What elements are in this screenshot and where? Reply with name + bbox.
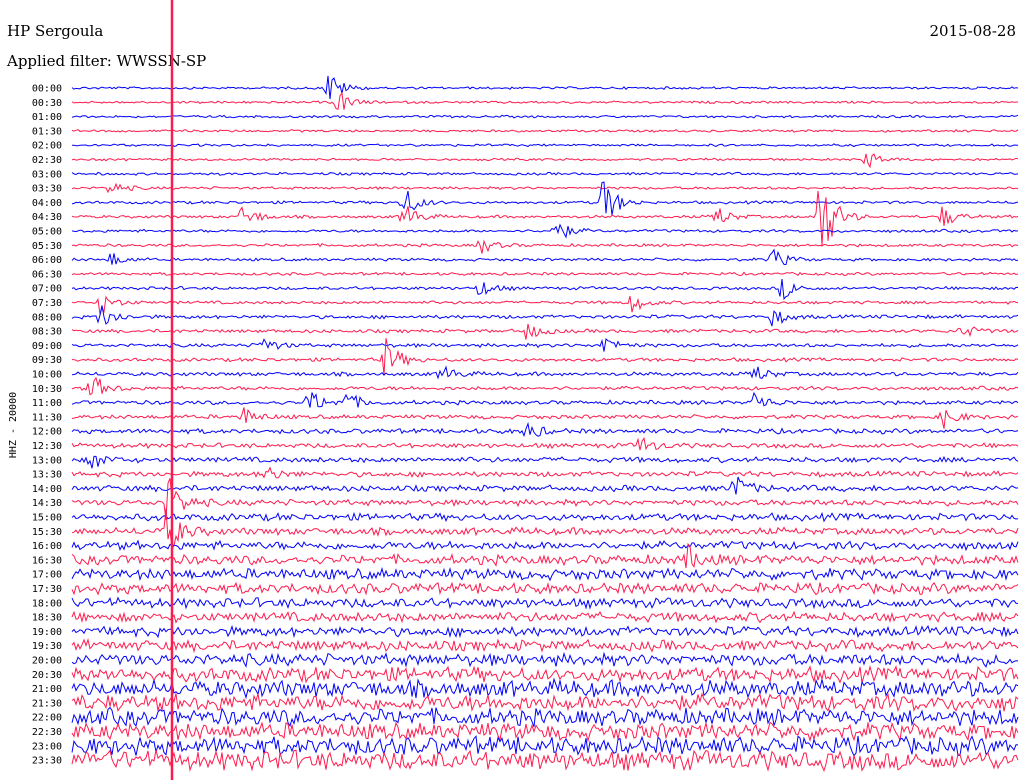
time-tick-label: 07:00 [32, 284, 62, 295]
time-tick-label: 11:00 [32, 398, 62, 409]
time-tick-label: 09:00 [32, 341, 62, 352]
trace-group [71, 75, 1019, 773]
time-tick-label: 00:00 [32, 84, 62, 95]
trace-line [71, 338, 1019, 352]
trace-line [71, 455, 1019, 469]
trace-line [71, 466, 1019, 479]
time-tick-label: 00:30 [32, 98, 62, 109]
time-tick-label: 19:00 [32, 627, 62, 638]
time-tick-label: 23:30 [32, 756, 62, 767]
trace-line [71, 637, 1019, 654]
time-tick-label: 14:30 [32, 498, 62, 509]
trace-line [71, 128, 1019, 133]
time-tick-label: 23:00 [32, 741, 62, 752]
trace-line [71, 248, 1019, 266]
time-tick-label: 02:00 [32, 141, 62, 152]
time-tick-label: 09:30 [32, 355, 62, 366]
time-tick-label: 20:00 [32, 656, 62, 667]
trace-line [71, 190, 1019, 246]
trace-line [71, 239, 1019, 254]
time-tick-label: 11:30 [32, 412, 62, 423]
time-tick-label: 10:30 [32, 384, 62, 395]
time-tick-label: 14:00 [32, 484, 62, 495]
time-tick-label: 05:30 [32, 241, 62, 252]
trace-line [71, 365, 1019, 380]
trace-line [71, 278, 1019, 301]
time-tick-label: 01:00 [32, 112, 62, 123]
trace-line [71, 407, 1019, 429]
trace-line [71, 171, 1019, 176]
time-tick-label: 15:00 [32, 513, 62, 524]
time-tick-label: 13:30 [32, 470, 62, 481]
trace-line [71, 223, 1019, 239]
time-tick-label: 08:00 [32, 312, 62, 323]
trace-line [71, 153, 1019, 169]
time-tick-label: 04:00 [32, 198, 62, 209]
time-tick-label: 22:00 [32, 713, 62, 724]
time-tick-label: 20:30 [32, 670, 62, 681]
trace-line [71, 581, 1019, 596]
time-tick-label: 17:00 [32, 570, 62, 581]
time-tick-label: 18:30 [32, 613, 62, 624]
time-tick-label: 10:00 [32, 370, 62, 381]
time-tick-label: 22:30 [32, 727, 62, 738]
time-tick-labels: 00:00 00:30 01:00 01:30 02:00 02:30 03:00 03:30… [32, 84, 62, 767]
time-tick-label: 16:30 [32, 555, 62, 566]
trace-line [71, 539, 1019, 552]
helicorder-plot: 00:00 00:30 01:00 01:30 02:00 02:30 03:00 03:30… [8, 0, 1019, 780]
time-tick-label: 16:00 [32, 541, 62, 552]
trace-line [71, 692, 1019, 713]
trace-line [71, 376, 1019, 396]
time-tick-label: 05:00 [32, 227, 62, 238]
time-tick-label: 04:30 [32, 212, 62, 223]
time-tick-label: 12:30 [32, 441, 62, 452]
y-axis-label: HHZ - 20000 [8, 392, 19, 458]
trace-line [71, 511, 1019, 523]
time-tick-label: 15:30 [32, 527, 62, 538]
trace-line [71, 706, 1019, 728]
trace-line [71, 271, 1019, 277]
time-tick-label: 21:30 [32, 698, 62, 709]
trace-line [71, 295, 1019, 315]
trace-line [71, 305, 1019, 327]
trace-line [71, 182, 1019, 194]
trace-line [71, 610, 1019, 624]
trace-line [71, 91, 1019, 110]
trace-line [71, 735, 1019, 757]
time-tick-label: 08:30 [32, 327, 62, 338]
time-tick-label: 01:30 [32, 126, 62, 137]
trace-line [71, 749, 1019, 773]
trace-line [71, 143, 1019, 148]
trace-line [71, 664, 1019, 684]
time-tick-label: 03:00 [32, 169, 62, 180]
trace-line [71, 651, 1019, 668]
trace-line [71, 624, 1019, 639]
trace-line [71, 421, 1019, 438]
time-tick-label: 06:00 [32, 255, 62, 266]
time-tick-label: 21:00 [32, 684, 62, 695]
time-tick-label: 12:00 [32, 427, 62, 438]
time-tick-label: 19:30 [32, 641, 62, 652]
time-tick-label: 07:30 [32, 298, 62, 309]
trace-line [71, 436, 1019, 451]
trace-line [71, 596, 1019, 610]
trace-line [71, 391, 1019, 408]
time-tick-label: 13:00 [32, 455, 62, 466]
trace-line [71, 566, 1019, 582]
time-tick-label: 17:30 [32, 584, 62, 595]
time-tick-label: 02:30 [32, 155, 62, 166]
time-tick-label: 18:00 [32, 598, 62, 609]
trace-line [71, 323, 1019, 340]
trace-line [71, 508, 1019, 552]
trace-line [71, 75, 1019, 100]
time-tick-label: 06:30 [32, 269, 62, 280]
trace-line [71, 114, 1019, 119]
trace-line [71, 476, 1019, 495]
time-tick-label: 03:30 [32, 184, 62, 195]
trace-line [71, 338, 1019, 376]
trace-line [71, 478, 1019, 520]
trace-line [71, 677, 1019, 700]
